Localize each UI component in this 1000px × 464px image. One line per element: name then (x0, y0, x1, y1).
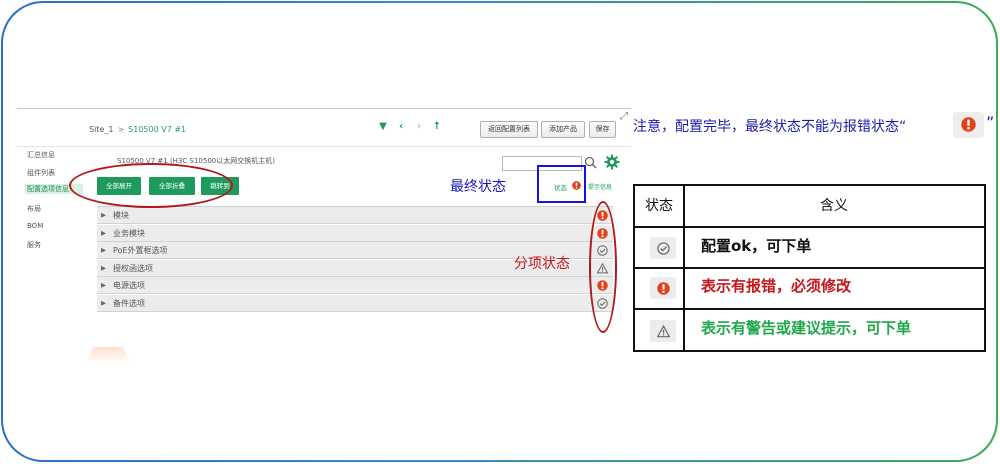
expand-triangle-icon[interactable]: ▶ (101, 277, 106, 294)
triangle-down-icon[interactable]: ▼ (374, 121, 392, 132)
sidebar-item-layout[interactable]: 布局 (27, 204, 41, 214)
expand-triangle-icon[interactable]: ▶ (101, 225, 106, 242)
note-quote-close: ” (986, 113, 995, 132)
expand-icon[interactable]: ⤢ (620, 111, 628, 122)
final-status-annotation: 最终状态 (450, 179, 506, 195)
save-button[interactable]: 保存 (589, 121, 616, 138)
error-icon (961, 117, 976, 132)
option-row-label: 电源选项 (113, 281, 145, 290)
legend-header-meaning: 含义 (820, 198, 848, 214)
expand-triangle-icon[interactable]: ▶ (101, 242, 106, 259)
back-to-list-button[interactable]: 返回配置列表 (480, 121, 538, 138)
option-row-spare-parts[interactable]: ▶ 备件选项 (97, 294, 613, 312)
legend-header-status: 状态 (645, 198, 673, 214)
note-text: 注意，配置完毕，最终状态不能为报错状态“ (633, 119, 907, 135)
option-row-power[interactable]: ▶ 电源选项 (97, 277, 613, 294)
sidebar-item-bom[interactable]: BOM (27, 222, 43, 230)
top-toolbar: Site_1 > S10500 V7 #1 ▼ ‹ › ↑ 返回配置列表 添加产品 保存 (17, 109, 631, 147)
nav-icons: ▼ ‹ › ↑ (374, 121, 446, 132)
chevron-left-icon[interactable]: ‹ (392, 121, 410, 132)
option-row-label: 模块 (113, 211, 129, 220)
option-row-modules[interactable]: ▶ 模块 (97, 207, 613, 224)
breadcrumb-separator: > (117, 125, 125, 134)
chevron-right-icon[interactable]: › (410, 121, 428, 132)
legend-meaning-warning: 表示有警告或建议提示，可下单 (701, 319, 912, 337)
arrow-up-icon[interactable]: ↑ (428, 121, 446, 132)
add-product-button[interactable]: 添加产品 (541, 121, 585, 138)
gear-icon[interactable] (604, 154, 620, 170)
breadcrumb-site[interactable]: Site_1 (89, 125, 113, 134)
option-row-label: 业务模块 (113, 228, 145, 238)
expand-triangle-icon[interactable]: ▶ (101, 260, 106, 277)
tip-info-label[interactable]: 提示信息 (588, 182, 612, 191)
breadcrumb-current: S10500 V7 #1 (128, 125, 187, 134)
legend-meaning-ok: 配置ok，可下单 (701, 237, 812, 255)
status-legend-table: 状态 含义 配置ok，可下单 表示有报错，必须修改 表示有警告或建议提示，可下单 (633, 184, 986, 352)
error-icon (650, 277, 676, 299)
option-row-service-modules[interactable]: ▶ 业务模块 (97, 224, 613, 242)
note-error-icon-box (953, 112, 984, 138)
breadcrumb: Site_1 > S10500 V7 #1 (89, 125, 186, 134)
sub-status-highlight-ellipse (589, 201, 617, 333)
sub-status-annotation: 分项状态 (514, 256, 570, 272)
warning-icon (650, 320, 676, 342)
buttons-highlight-ellipse (69, 163, 233, 208)
sidebar-item-summary[interactable]: 汇总信息 (27, 150, 55, 160)
expand-triangle-icon[interactable]: ▶ (101, 295, 106, 312)
option-row-label: PoE外置框选项 (113, 246, 168, 255)
ok-icon (650, 237, 676, 259)
expand-triangle-icon[interactable]: ▶ (101, 207, 106, 224)
configurator-screenshot: Site_1 > S10500 V7 #1 ▼ ‹ › ↑ 返回配置列表 添加产品 保存 … (17, 108, 631, 346)
sidebar-item-service[interactable]: 服务 (27, 240, 41, 250)
option-row-label: 授权函选项 (113, 263, 153, 273)
sidebar-item-components[interactable]: 组件列表 (27, 168, 55, 178)
option-row-label: 备件选项 (113, 298, 145, 308)
final-status-highlight-box (537, 165, 586, 203)
legend-meaning-error: 表示有报错，必须修改 (701, 277, 852, 295)
